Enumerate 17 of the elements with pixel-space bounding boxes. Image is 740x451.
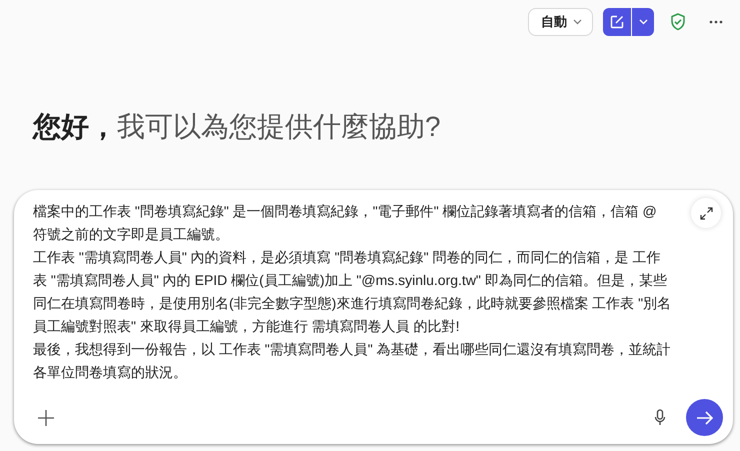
send-button[interactable]	[686, 399, 723, 436]
expand-button[interactable]	[691, 198, 721, 228]
microphone-icon	[654, 409, 666, 426]
shield-check-icon	[670, 13, 686, 31]
edit-icon	[610, 15, 624, 29]
arrow-right-icon	[696, 410, 714, 426]
message-field[interactable]: 檔案中的工作表 "問卷填寫紀錄" 是一個問卷填寫紀錄，"電子郵件" 欄位記錄著填寫者的信箱，信箱 @ 符號之前的文字即是員工編號。 工作表 "需填寫問卷人員" 內的資料，是必須填寫 "問卷填寫紀錄" 問卷的同仁，而同仁的信箱，是 工作表 "需填寫問卷人員" 內的 EPID 欄位(員工編號)加上 "@ms.syinlu.org.tw" 即為同仁的信箱。但是，某些同仁在填寫問卷時，是使用別名(非完全數字型態)來進行填寫問卷紀錄，此時就要參照檔案 工作表 "別名員工編號對照表" 來取得員工編號，方能進行 需填寫問卷人員 的比對! 最後，我想得到一份報告，以 工作表 "需填寫問卷人員" 為基礎，看出哪些同仁還沒有填寫問卷，並統計各單位問卷填寫的狀況。	[14, 190, 733, 399]
chevron-down-icon	[573, 19, 582, 25]
dropdown-button[interactable]	[632, 8, 654, 36]
mode-dropdown[interactable]: 自動	[528, 8, 593, 36]
greeting: 您好，	[33, 110, 117, 144]
expand-icon	[700, 206, 712, 220]
greeting-question: 我可以為您提供什麼協助?	[117, 110, 441, 144]
chevron-down-icon	[638, 19, 648, 25]
new-chat-button[interactable]	[603, 8, 631, 36]
more-icon	[709, 20, 723, 24]
plus-icon	[38, 410, 54, 426]
